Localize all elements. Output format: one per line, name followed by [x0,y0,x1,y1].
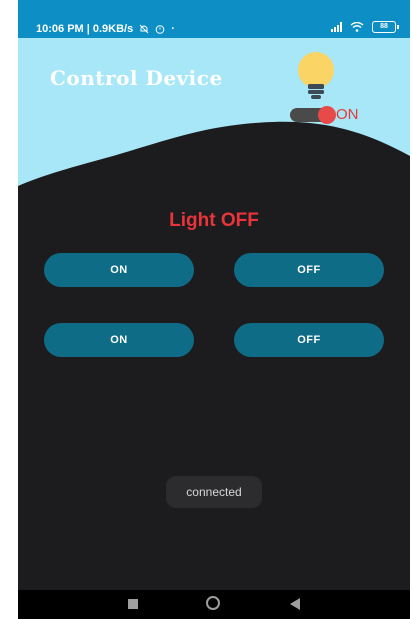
device1-off-button[interactable]: OFF [234,253,384,287]
time-speed: 10:06 PM | 0.9KB/s [36,23,134,35]
battery-icon: 88 [372,21,399,33]
signal-icon [331,22,342,32]
battery-level: 88 [380,23,388,30]
status-right: 88 [331,21,399,33]
dot-icon: · [171,23,175,35]
toggle-label: ON [336,106,359,123]
recents-icon[interactable] [128,599,138,609]
status-bar: 10:06 PM | 0.9KB/s · 88 [18,0,410,38]
app-screen: 10:06 PM | 0.9KB/s · 88 Control Device O… [18,0,410,619]
back-icon[interactable] [290,598,300,610]
app-title: Control Device [50,66,223,90]
status-left: 10:06 PM | 0.9KB/s · [36,23,175,35]
toast-message: connected [166,476,262,508]
light-bulb-icon [298,52,334,99]
toggle-thumb [318,106,336,124]
alarm-icon [155,25,165,34]
navigation-bar [18,590,410,619]
light-status: Light OFF [169,210,259,231]
power-toggle[interactable]: ON [290,105,362,125]
home-icon[interactable] [206,596,220,610]
mute-icon [139,24,149,34]
device1-on-button[interactable]: ON [44,253,194,287]
wifi-icon [350,22,364,32]
device2-off-button[interactable]: OFF [234,323,384,357]
device2-on-button[interactable]: ON [44,323,194,357]
